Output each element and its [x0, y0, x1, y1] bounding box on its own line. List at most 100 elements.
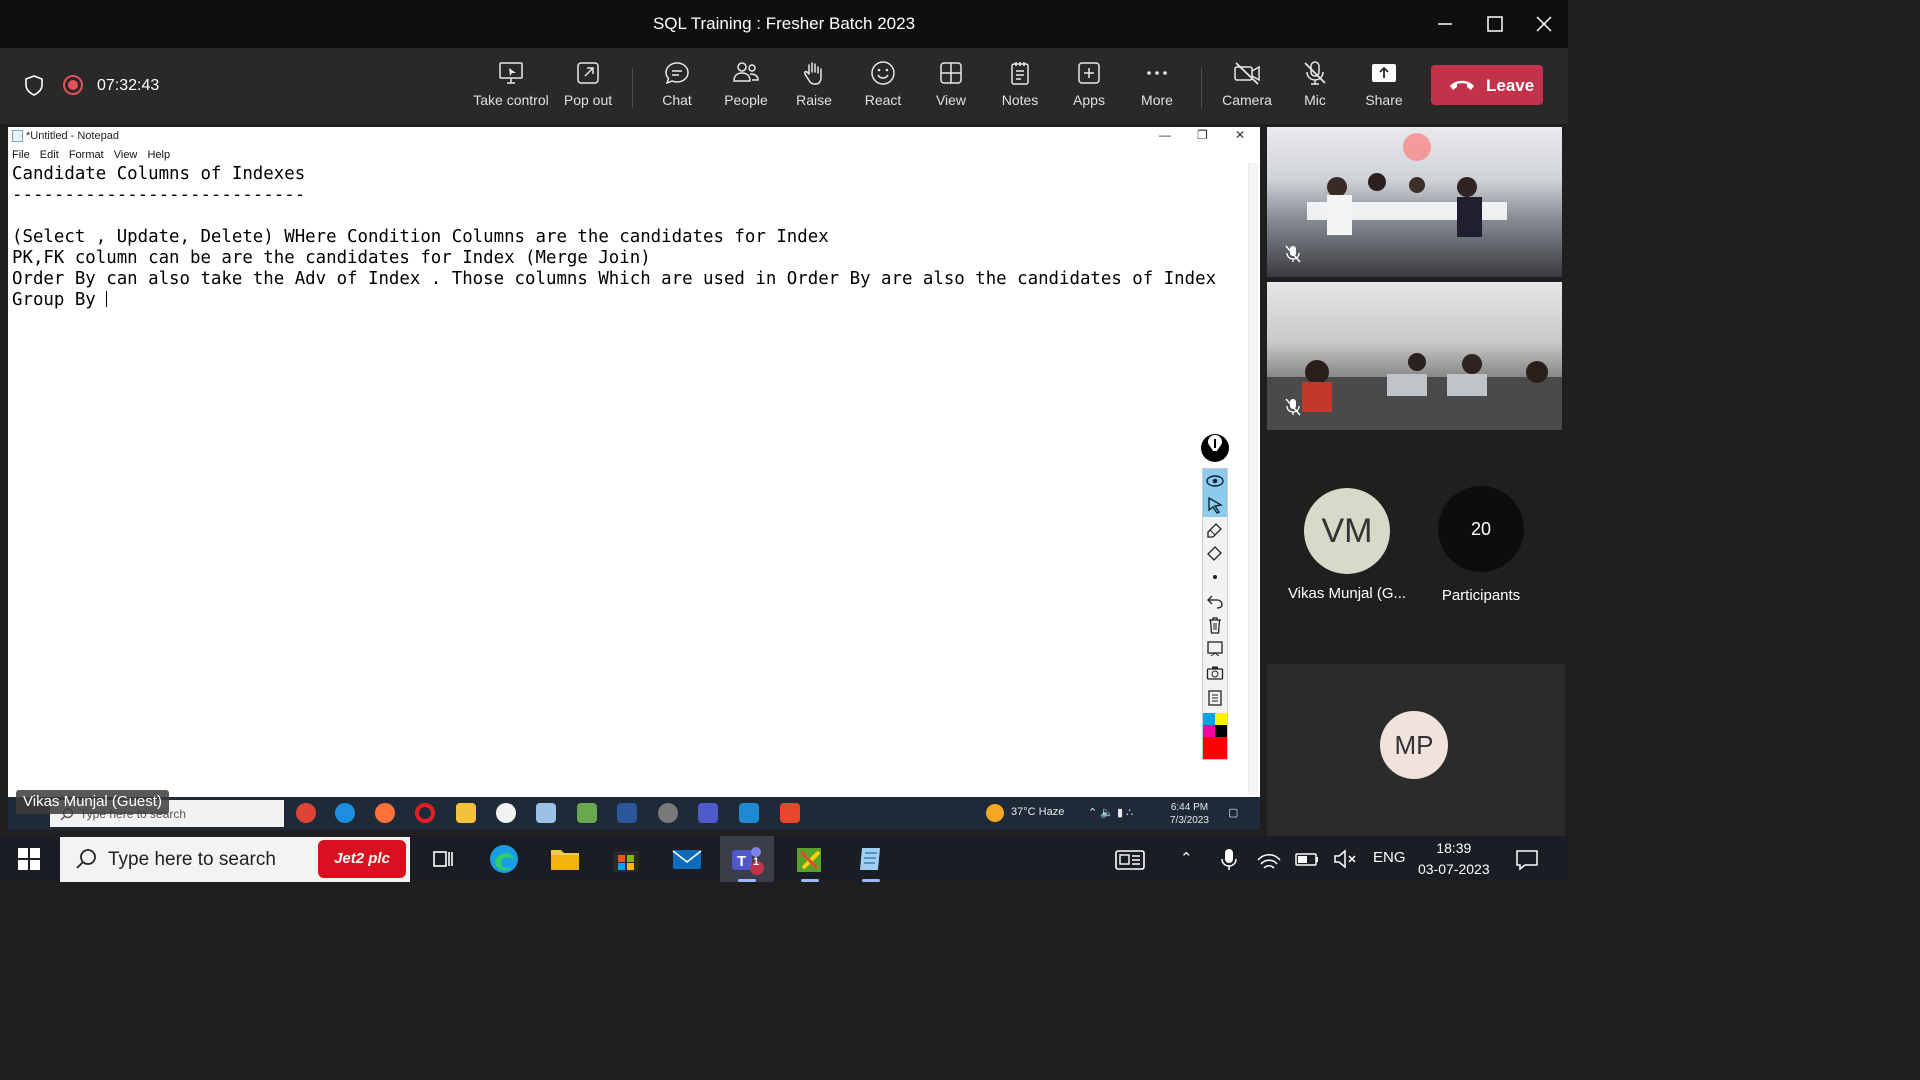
edge-browser-icon[interactable] — [487, 842, 521, 876]
eye-icon[interactable] — [1203, 469, 1227, 493]
trash-icon[interactable] — [1203, 613, 1227, 637]
swatch-red[interactable] — [1203, 737, 1227, 759]
pointer-icon[interactable] — [1203, 493, 1227, 517]
avatar-vm[interactable]: VM — [1304, 488, 1390, 574]
notepad-taskbar-icon[interactable] — [536, 803, 556, 823]
board-icon[interactable] — [1203, 637, 1227, 661]
tray-icons[interactable]: ⌃ 🔈 ▮ ∴ — [1088, 806, 1133, 819]
minimize-icon[interactable] — [1433, 12, 1457, 36]
notification-icon[interactable]: ▢ — [1228, 806, 1238, 819]
app-title-bar: SQL Training : Fresher Batch 2023 — [0, 0, 1568, 48]
battery-icon[interactable] — [1290, 842, 1324, 876]
camera-snapshot-icon[interactable] — [1203, 661, 1227, 685]
participant-tile-mp[interactable]: MP — [1267, 664, 1565, 836]
menu-format[interactable]: Format — [69, 149, 104, 161]
pen-app-icon[interactable] — [496, 803, 516, 823]
text-line: Order By can also take the Adv of Index … — [12, 269, 1217, 289]
participants-count[interactable]: 20 — [1438, 486, 1524, 572]
paint-tool-icon[interactable] — [793, 842, 827, 876]
pen-toolbar — [1202, 468, 1228, 760]
clipboard-icon[interactable] — [1203, 685, 1227, 709]
task-view-icon[interactable] — [425, 842, 459, 876]
close-icon[interactable] — [1532, 12, 1556, 36]
notepad-close-icon[interactable]: ✕ — [1235, 128, 1245, 142]
share-label: Share — [1365, 92, 1403, 108]
snip-icon[interactable] — [780, 803, 800, 823]
menu-help[interactable]: Help — [147, 149, 170, 161]
mail-icon[interactable] — [670, 842, 704, 876]
swatch-cyan[interactable] — [1203, 713, 1215, 725]
remote-date: 7/3/2023 — [1170, 815, 1209, 826]
apps-plus-icon — [1078, 62, 1100, 84]
pen-palette — [1201, 429, 1229, 760]
toolbar-divider — [632, 68, 633, 108]
taskbar-search-placeholder: Type here to search — [108, 849, 276, 870]
recording-icon — [63, 75, 83, 95]
notepad-scrollbar[interactable] — [1248, 163, 1258, 795]
app-icon[interactable] — [577, 803, 597, 823]
menu-file[interactable]: File — [12, 149, 30, 161]
dot-size-icon[interactable] — [1203, 565, 1227, 589]
taskbar-search-box[interactable]: Type here to search Jet2 plc — [60, 837, 410, 882]
firefox-icon[interactable] — [375, 803, 395, 823]
teams-icon[interactable] — [698, 803, 718, 823]
notepad-title-bar: *Untitled - Notepad — ❐ ✕ — [8, 127, 1260, 145]
text-caret — [106, 291, 108, 307]
swatch-black[interactable] — [1215, 725, 1227, 737]
notepad-app-icon[interactable] — [854, 842, 888, 876]
more-dots-icon — [1147, 71, 1167, 75]
undo-icon[interactable] — [1203, 589, 1227, 613]
notepad-text-area[interactable]: Candidate Columns of Indexes ------------… — [12, 164, 1240, 311]
pen-logo-icon[interactable] — [1201, 434, 1229, 462]
swatch-magenta[interactable] — [1203, 725, 1215, 737]
participant-panel: VM Vikas Munjal (G... 20 Participants MP — [1264, 124, 1568, 836]
phone-hangup-icon — [1450, 80, 1474, 90]
avatar-mp: MP — [1380, 711, 1448, 779]
text-line: ---------------------------- — [12, 185, 306, 205]
settings-gear-icon[interactable] — [658, 803, 678, 823]
jet2-search-highlight[interactable]: Jet2 plc — [318, 840, 406, 878]
teams-icon[interactable]: T 1 — [730, 842, 764, 876]
language-indicator[interactable]: ENG — [1373, 849, 1406, 866]
remote-time: 6:44 PM — [1170, 802, 1209, 813]
weather-icon — [986, 804, 1004, 822]
pop-out-button[interactable]: Pop out — [546, 60, 630, 116]
color-swatches[interactable] — [1203, 713, 1227, 759]
share-button[interactable]: Share — [1342, 60, 1426, 116]
windows-start-icon[interactable] — [18, 848, 40, 870]
opera-icon[interactable] — [415, 803, 435, 823]
chrome-icon[interactable] — [296, 803, 316, 823]
more-button[interactable]: More — [1115, 60, 1199, 116]
notepad-minimize-icon[interactable]: — — [1159, 128, 1171, 142]
photos-icon[interactable] — [739, 803, 759, 823]
word-icon[interactable] — [617, 803, 637, 823]
take-control-button[interactable]: Take control — [469, 60, 553, 116]
news-widget-icon[interactable] — [1113, 842, 1147, 876]
maximize-icon[interactable] — [1483, 12, 1507, 36]
taskbar-date: 03-07-2023 — [1418, 861, 1490, 877]
share-screen-icon — [1372, 64, 1396, 82]
taskbar-clock[interactable]: 18:39 03-07-2023 — [1418, 838, 1490, 880]
volume-muted-icon[interactable] — [1328, 842, 1362, 876]
room-video-2[interactable] — [1267, 282, 1562, 430]
notification-center-icon[interactable] — [1510, 842, 1544, 876]
tray-chevron-icon[interactable]: ⌃ — [1180, 849, 1193, 867]
menu-edit[interactable]: Edit — [40, 149, 59, 161]
menu-view[interactable]: View — [114, 149, 138, 161]
text-line: PK,FK column can be are the candidates f… — [12, 248, 651, 268]
active-indicator — [801, 879, 819, 882]
wifi-icon[interactable] — [1252, 842, 1286, 876]
highlighter-icon[interactable] — [1203, 541, 1227, 565]
pen-icon[interactable] — [1203, 517, 1227, 541]
file-explorer-icon[interactable] — [456, 803, 476, 823]
file-explorer-icon[interactable] — [548, 842, 582, 876]
swatch-yellow[interactable] — [1215, 713, 1227, 725]
text-line: Group By — [12, 290, 107, 310]
raise-hand-icon — [804, 62, 822, 85]
notepad-restore-icon[interactable]: ❐ — [1197, 128, 1208, 142]
mic-tray-icon[interactable] — [1212, 842, 1246, 876]
leave-button[interactable]: Leave — [1431, 65, 1543, 105]
edge-icon[interactable] — [335, 803, 355, 823]
room-video-1[interactable] — [1267, 127, 1562, 277]
microsoft-store-icon[interactable] — [609, 842, 643, 876]
